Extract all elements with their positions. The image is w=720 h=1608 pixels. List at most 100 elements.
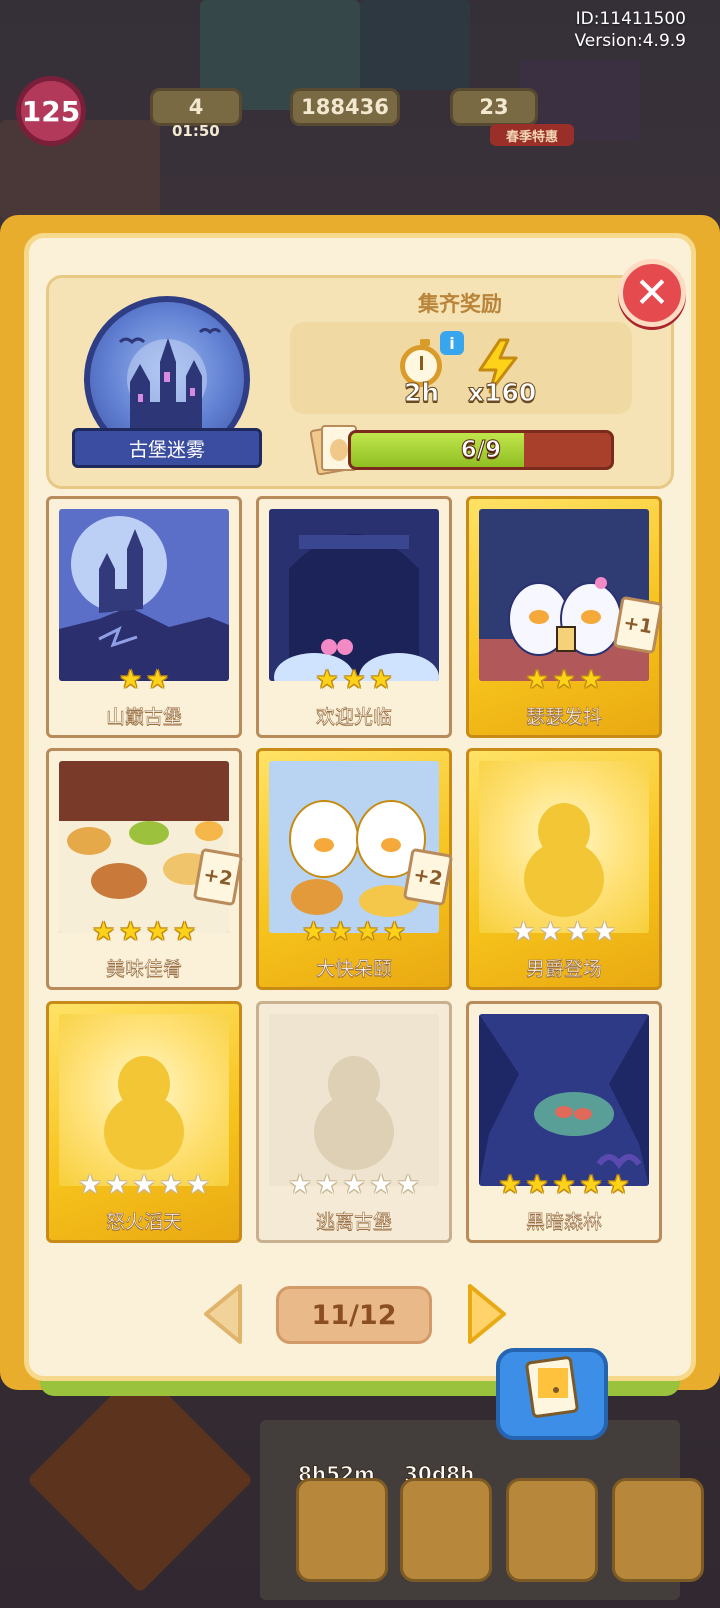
card-shivering[interactable]: ★ ★ ★ 瑟瑟发抖 +1 xyxy=(466,496,664,738)
star-icon: ★ xyxy=(565,917,590,947)
info-icon[interactable]: i xyxy=(440,331,464,355)
card-art xyxy=(59,509,229,681)
star-icon: ★ xyxy=(91,917,116,947)
star-rating: ★ ★ ★ xyxy=(469,667,659,693)
user-id-text: ID:11411500 xyxy=(575,9,686,29)
star-rating: ★ ★ ★ ★ ★ xyxy=(469,1172,659,1198)
bottom-slot-cards[interactable] xyxy=(400,1478,492,1582)
star-icon: ★ xyxy=(186,1170,210,1200)
card-art xyxy=(269,1014,439,1186)
card-baron-arrives[interactable]: ★ ★ ★ ★ 男爵登场 xyxy=(466,748,662,990)
energy-timer: 01:50 xyxy=(172,122,220,140)
card-name: 逃离古堡 xyxy=(315,1211,393,1234)
star-rating: ★ ★ xyxy=(49,667,239,693)
star-icon: ★ xyxy=(382,917,407,947)
star-icon: ★ xyxy=(342,1170,366,1200)
duplicate-count-badge: +2 xyxy=(402,847,454,907)
card-art xyxy=(59,1014,229,1186)
album-button[interactable] xyxy=(496,1348,608,1440)
star-rating: ★ ★ ★ ★ xyxy=(469,919,659,945)
photo-album-icon xyxy=(525,1356,579,1418)
star-icon: ★ xyxy=(315,665,339,695)
star-rating: ★ ★ ★ ★ xyxy=(49,919,239,945)
star-icon: ★ xyxy=(118,665,143,695)
page-indicator: 11/12 xyxy=(276,1286,432,1344)
player-level-badge[interactable]: 125 xyxy=(16,76,86,146)
star-icon: ★ xyxy=(498,1170,522,1200)
star-icon: ★ xyxy=(145,917,170,947)
star-icon: ★ xyxy=(552,1170,576,1200)
star-icon: ★ xyxy=(105,1170,129,1200)
card-name: 黑暗森林 xyxy=(525,1211,603,1234)
reward-title: 集齐奖励 xyxy=(418,292,502,316)
locked-card-silhouette-icon xyxy=(104,1056,184,1170)
gem-amount: 23 xyxy=(479,95,509,119)
star-icon: ★ xyxy=(78,1170,102,1200)
bottom-slot-star[interactable] xyxy=(506,1478,598,1582)
locked-card-silhouette-icon xyxy=(524,803,604,917)
star-icon: ★ xyxy=(369,665,393,695)
build-info: ID:11411500 Version:4.9.9 xyxy=(575,8,687,52)
star-icon: ★ xyxy=(525,665,549,695)
duplicate-count-badge: +1 xyxy=(612,595,664,655)
coin-amount: 188436 xyxy=(301,95,389,119)
star-rating: ★ ★ ★ ★ ★ xyxy=(259,1172,449,1198)
locked-card-silhouette-icon xyxy=(314,1056,394,1170)
star-icon: ★ xyxy=(328,917,353,947)
star-icon: ★ xyxy=(369,1170,393,1200)
star-icon: ★ xyxy=(525,1170,549,1200)
bottom-slot-mascot[interactable] xyxy=(612,1478,704,1582)
reward-energy: x160 xyxy=(467,378,537,408)
card-art xyxy=(59,761,229,933)
star-icon: ★ xyxy=(579,1170,603,1200)
star-icon: ★ xyxy=(579,665,603,695)
version-text: Version:4.9.9 xyxy=(574,31,687,51)
energy-counter[interactable]: 4 xyxy=(150,88,242,126)
star-icon: ★ xyxy=(301,917,326,947)
card-art xyxy=(479,509,649,681)
card-welcome[interactable]: ★ ★ ★ 欢迎光临 xyxy=(256,496,452,738)
energy-count: 4 xyxy=(188,95,204,119)
card-mountain-castle[interactable]: ★ ★ 山巅古堡 xyxy=(46,496,242,738)
card-name: 怒火滔天 xyxy=(105,1211,183,1234)
star-rating: ★ ★ ★ ★ ★ xyxy=(49,1172,239,1198)
reward-time: 2h xyxy=(403,378,440,408)
star-rating: ★ ★ ★ ★ xyxy=(259,919,449,945)
star-icon: ★ xyxy=(396,1170,420,1200)
star-icon: ★ xyxy=(606,1170,630,1200)
card-dark-forest[interactable]: ★ ★ ★ ★ ★ 黑暗森林 xyxy=(466,1001,662,1243)
card-name: 大快朵颐 xyxy=(315,958,393,981)
card-name: 欢迎光临 xyxy=(315,706,393,729)
close-button[interactable]: ✕ xyxy=(618,259,686,327)
collection-name: 古堡迷雾 xyxy=(128,438,205,461)
coin-counter[interactable]: 188436 xyxy=(290,88,400,126)
star-icon: ★ xyxy=(552,665,576,695)
gem-counter[interactable]: 23 xyxy=(450,88,538,126)
card-escape-castle[interactable]: ★ ★ ★ ★ ★ 逃离古堡 xyxy=(256,1001,452,1243)
card-name: 男爵登场 xyxy=(525,958,603,981)
card-name: 瑟瑟发抖 xyxy=(525,706,603,729)
card-art xyxy=(269,761,439,933)
star-icon: ★ xyxy=(118,917,143,947)
star-icon: ★ xyxy=(132,1170,156,1200)
card-raging-fury[interactable]: ★ ★ ★ ★ ★ 怒火滔天 xyxy=(46,1001,242,1243)
card-name: 山巅古堡 xyxy=(105,706,183,729)
close-icon: ✕ xyxy=(634,268,670,317)
bottom-slot-temple[interactable] xyxy=(296,1478,388,1582)
event-label[interactable]: 春季特惠 xyxy=(490,124,574,146)
star-icon: ★ xyxy=(342,665,366,695)
star-icon: ★ xyxy=(172,917,197,947)
star-icon: ★ xyxy=(145,665,170,695)
next-page-arrow-icon[interactable] xyxy=(464,1282,510,1346)
collection-name-ribbon: 古堡迷雾 xyxy=(72,428,262,468)
page-indicator-text: 11/12 xyxy=(311,1299,397,1331)
progress-text: 6/9 xyxy=(460,437,502,464)
card-feast-eating[interactable]: ★ ★ ★ ★ 大快朵颐 +2 xyxy=(256,748,454,990)
star-icon: ★ xyxy=(288,1170,312,1200)
star-icon: ★ xyxy=(592,917,617,947)
card-name: 美味佳肴 xyxy=(105,958,183,981)
card-delicious-feast[interactable]: ★ ★ ★ ★ 美味佳肴 +2 xyxy=(46,748,244,990)
star-icon: ★ xyxy=(315,1170,339,1200)
star-rating: ★ ★ ★ xyxy=(259,667,449,693)
previous-page-arrow-icon[interactable] xyxy=(200,1282,246,1346)
